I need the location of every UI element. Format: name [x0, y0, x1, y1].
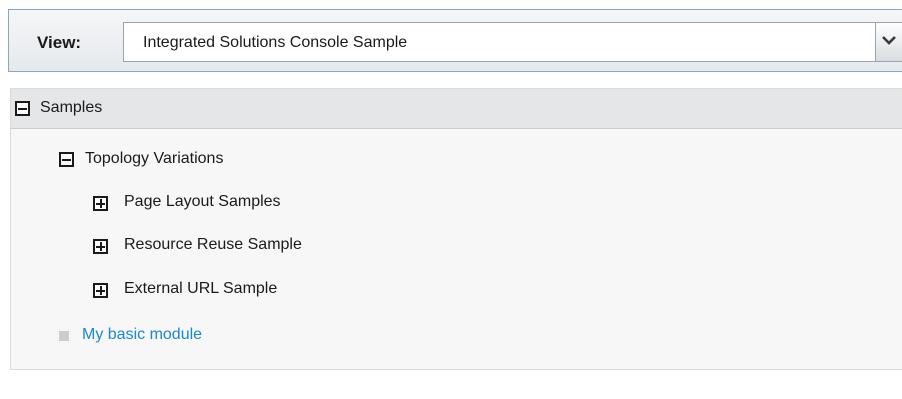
view-label: View:: [37, 33, 82, 52]
collapse-icon[interactable]: [15, 101, 30, 116]
view-select-dropdown[interactable]: Integrated Solutions Console Sample: [123, 22, 902, 62]
my-basic-module-link[interactable]: My basic module: [82, 326, 202, 344]
tree-group-label[interactable]: Topology Variations: [85, 150, 223, 168]
tree-root-label[interactable]: Samples: [40, 99, 102, 117]
tree-item-resource-reuse-sample[interactable]: Resource Reuse Sample: [124, 236, 302, 254]
tree-item-page-layout-samples[interactable]: Page Layout Samples: [124, 193, 281, 211]
tree-root-row[interactable]: Samples: [11, 89, 902, 129]
tree-item-external-url-sample[interactable]: External URL Sample: [124, 280, 277, 298]
navigation-tree: Samples Topology Variations Page Layout …: [10, 88, 902, 370]
view-select-value: Integrated Solutions Console Sample: [143, 34, 408, 51]
bullet-square-icon: [59, 331, 69, 341]
expand-icon[interactable]: [93, 239, 108, 254]
dropdown-button[interactable]: [875, 23, 902, 61]
view-selector-bar: View: Integrated Solutions Console Sampl…: [8, 9, 902, 72]
expand-icon[interactable]: [93, 196, 108, 211]
chevron-down-icon: [882, 36, 896, 45]
expand-icon[interactable]: [93, 283, 108, 298]
collapse-icon[interactable]: [59, 152, 74, 167]
